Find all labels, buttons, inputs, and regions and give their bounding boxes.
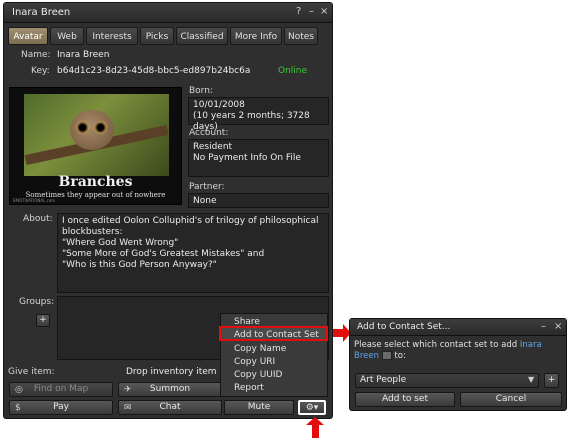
key-value[interactable]: b64d1c23-8d23-45d8-bbc5-ed897b24bc6a bbox=[57, 66, 250, 76]
born-date: 10/01/2008 bbox=[193, 100, 245, 110]
key-label: Key: bbox=[31, 66, 50, 76]
mute-button[interactable]: Mute bbox=[224, 400, 294, 415]
contact-set-dropdown[interactable]: Art People ▼ bbox=[355, 373, 539, 388]
tab-notes[interactable]: Notes bbox=[284, 27, 318, 45]
help-button[interactable]: ? bbox=[296, 6, 301, 18]
photo-watermark: EMOTIVATIONAL.com bbox=[13, 198, 56, 203]
menu-item-copy-uuid[interactable]: Copy UUID bbox=[234, 369, 282, 381]
map-icon: ◎ bbox=[15, 385, 23, 395]
cancel-button[interactable]: Cancel bbox=[460, 392, 562, 407]
add-to-contact-set-dialog: Add to Contact Set... – × Please select … bbox=[349, 318, 567, 411]
tab-interests[interactable]: Interests bbox=[86, 27, 138, 45]
partner-field: None bbox=[188, 193, 329, 208]
dialog-minimize-button[interactable]: – bbox=[541, 321, 546, 332]
chat-label: Chat bbox=[159, 402, 181, 412]
dialog-prompt: Please select which contact set to add I… bbox=[354, 340, 564, 362]
find-on-map-button[interactable]: ◎ Find on Map bbox=[9, 382, 113, 397]
summon-label: Summon bbox=[149, 384, 191, 394]
online-status: Online bbox=[278, 66, 308, 76]
pay-label: Pay bbox=[53, 402, 69, 412]
account-type: Resident bbox=[193, 142, 233, 152]
tab-classified[interactable]: Classified bbox=[176, 27, 228, 45]
about-line: "Who is this God Person Anyway?" bbox=[62, 260, 217, 270]
title-bar[interactable]: Inara Breen ? – × bbox=[4, 3, 332, 23]
born-label: Born: bbox=[189, 86, 213, 96]
dialog-close-button[interactable]: × bbox=[554, 321, 562, 332]
add-contact-set-button[interactable]: + bbox=[544, 373, 559, 388]
chat-button[interactable]: ✉ Chat bbox=[118, 400, 222, 415]
tab-more-info[interactable]: More Info bbox=[230, 27, 282, 45]
up-arrow-body bbox=[312, 425, 319, 438]
pay-button[interactable]: $ Pay bbox=[9, 400, 113, 415]
menu-item-report[interactable]: Report bbox=[234, 382, 264, 394]
about-textbox[interactable]: I once edited Oolon Colluphid's of trilo… bbox=[57, 213, 329, 293]
prompt-name-link-2[interactable]: Breen bbox=[354, 351, 379, 361]
menu-item-share[interactable]: Share bbox=[234, 316, 260, 328]
gear-icon: ⚙▾ bbox=[305, 403, 319, 413]
tarsier-eye-right bbox=[94, 121, 107, 134]
menu-item-copy-name[interactable]: Copy Name bbox=[234, 343, 286, 355]
add-to-set-button[interactable]: Add to set bbox=[355, 392, 455, 407]
payment-info: No Payment Info On File bbox=[193, 153, 301, 163]
minimize-button[interactable]: – bbox=[309, 6, 314, 18]
up-arrow-icon bbox=[306, 417, 324, 425]
summon-button[interactable]: ✈ Summon bbox=[118, 382, 222, 397]
about-label: About: bbox=[23, 214, 53, 224]
avatar-icon bbox=[381, 351, 392, 360]
window-title: Inara Breen bbox=[12, 7, 71, 18]
drop-inventory-target[interactable]: Drop inventory item he bbox=[126, 367, 231, 377]
close-button[interactable]: × bbox=[320, 6, 328, 18]
give-item-label: Give item: bbox=[8, 367, 55, 377]
profile-photo[interactable]: Branches Sometimes they appear out of no… bbox=[9, 87, 182, 205]
menu-item-add-to-contact-set[interactable]: Add to Contact Set bbox=[234, 329, 319, 341]
dialog-title: Add to Contact Set... bbox=[357, 322, 451, 332]
about-line: blockbusters: bbox=[62, 227, 123, 237]
tarsier-eye-left bbox=[76, 121, 89, 134]
menu-item-copy-uri[interactable]: Copy URI bbox=[234, 356, 275, 368]
tab-avatar[interactable]: Avatar bbox=[8, 27, 48, 45]
prompt-name-link[interactable]: Inara bbox=[520, 340, 542, 350]
name-value: Inara Breen bbox=[57, 50, 110, 60]
about-line: "Some More of God's Greatest Mistakes" a… bbox=[62, 249, 265, 259]
add-group-button[interactable]: + bbox=[36, 314, 50, 327]
account-field: Resident No Payment Info On File bbox=[188, 139, 329, 177]
photo-caption-title: Branches bbox=[58, 174, 133, 190]
chevron-down-icon: ▼ bbox=[528, 375, 535, 384]
prompt-suffix: to: bbox=[394, 351, 406, 361]
account-label: Account: bbox=[189, 128, 229, 138]
gear-menu-button[interactable]: ⚙▾ bbox=[298, 400, 326, 415]
name-label: Name: bbox=[21, 50, 51, 60]
find-on-map-label: Find on Map bbox=[33, 384, 89, 394]
chat-bubble-icon: ✉ bbox=[124, 403, 132, 413]
born-field: 10/01/2008 (10 years 2 months; 3728 days… bbox=[188, 97, 329, 132]
partner-value: None bbox=[193, 196, 217, 206]
tab-web[interactable]: Web bbox=[50, 27, 84, 45]
dropdown-selected-value: Art People bbox=[360, 375, 407, 385]
money-icon: $ bbox=[15, 403, 21, 413]
groups-label: Groups: bbox=[19, 297, 55, 307]
dialog-title-bar[interactable]: Add to Contact Set... – × bbox=[350, 319, 566, 336]
about-line: "Where God Went Wrong" bbox=[62, 238, 179, 248]
teleport-icon: ✈ bbox=[124, 385, 132, 395]
about-line: I once edited Oolon Colluphid's of trilo… bbox=[62, 216, 319, 226]
prompt-text: Please select which contact set to add bbox=[354, 340, 518, 350]
partner-label: Partner: bbox=[189, 182, 225, 192]
tab-picks[interactable]: Picks bbox=[140, 27, 174, 45]
